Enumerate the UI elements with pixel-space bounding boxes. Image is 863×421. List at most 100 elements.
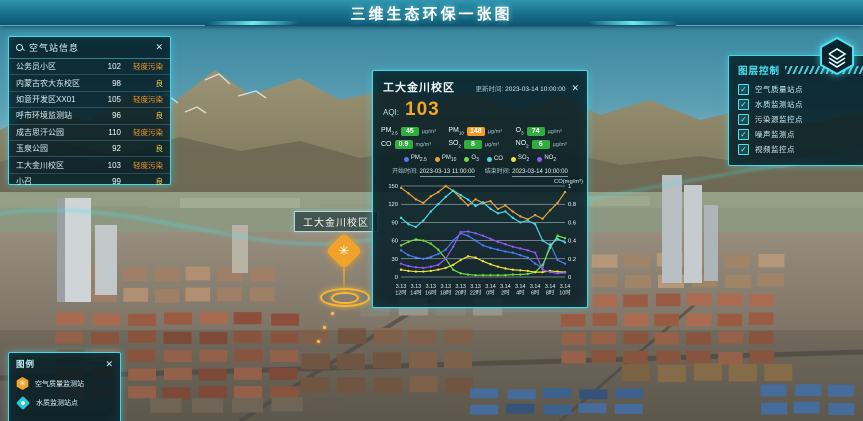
checkbox-icon[interactable]: ✓ (738, 144, 749, 155)
marker-trail-dot (317, 340, 320, 343)
pollutant-cell: PM2.545µg/m³ (381, 127, 444, 136)
pollutant-cell: CO0.9mg/m³ (381, 140, 444, 149)
air-station-marker-icon[interactable]: ✳ (326, 233, 363, 270)
water-station-icon (16, 395, 30, 409)
close-icon[interactable]: ✕ (571, 84, 579, 93)
station-row[interactable]: 工大金川校区103轻度污染 (9, 157, 170, 173)
vignette (0, 330, 863, 421)
checkbox-icon[interactable]: ✓ (738, 99, 749, 110)
close-icon[interactable]: ✕ (105, 360, 113, 369)
station-list-panel: 空气站信息 ✕ 公务员小区102轻度污染内蒙古农大东校区98良如意开发区XX01… (8, 36, 171, 185)
station-list: 公务员小区102轻度污染内蒙古农大东校区98良如意开发区XX01105轻度污染呼… (9, 59, 170, 189)
legend-label: 水质监测站点 (36, 398, 78, 408)
map-legend-panel: 图例 ✕ ✳空气质量监测站水质监测站点 (8, 352, 121, 421)
series-line-O3 (401, 236, 565, 275)
layer-label: 污染源监控点 (755, 114, 803, 125)
legend-dot (464, 157, 469, 162)
svg-text:0.8: 0.8 (568, 202, 576, 208)
start-time-value[interactable]: 2023-03-13 11:00:00 (420, 169, 475, 177)
station-panel-header: 空气站信息 ✕ (9, 37, 170, 59)
station-panel-title: 空气站信息 (29, 41, 150, 54)
pollutant-cell: NO26µg/m³ (516, 140, 579, 149)
time-range: 开始时间: 2023-03-13 11:00:00 结束时间: 2023-03-… (373, 164, 587, 177)
checkbox-icon[interactable]: ✓ (738, 129, 749, 140)
layer-item[interactable]: ✓水质监测站点 (738, 97, 863, 112)
pollutant-name: O3 (516, 127, 524, 135)
station-row[interactable]: 内蒙古农大东校区98良 (9, 75, 170, 91)
header-line-left (0, 25, 205, 26)
legend-label: PM2.5 (411, 155, 427, 163)
legend-dot (435, 157, 440, 162)
layer-item[interactable]: ✓ 污染源监控点 (738, 112, 863, 127)
pollutant-unit: µg/m³ (488, 129, 502, 135)
station-aqi: 98 (99, 79, 121, 88)
station-aqi: 99 (99, 177, 121, 186)
station-detail-popup: 工大金川校区 更新时间: 2023-03-14 10:00:00 ✕ AQI: … (372, 70, 588, 308)
end-time-value[interactable]: 2023-03-14 10:00:00 (512, 169, 568, 177)
legend-item: ✳空气质量监测站 (16, 374, 113, 393)
legend-item[interactable]: CO (487, 155, 503, 163)
station-level: 轻度污染 (121, 127, 163, 138)
svg-text:150: 150 (388, 184, 398, 190)
pollutant-value-badge: 45 (401, 127, 419, 136)
search-icon[interactable] (16, 44, 24, 52)
legend-dot (487, 157, 492, 162)
layer-item[interactable]: ✓空气质量站点 (738, 82, 863, 97)
svg-text:0.4: 0.4 (568, 239, 577, 245)
svg-text:3.1410时: 3.1410时 (559, 284, 571, 297)
station-row[interactable]: 呼市环境监测站96良 (9, 108, 170, 124)
legend-dot (404, 157, 409, 162)
legend-item: 水质监测站点 (16, 393, 113, 412)
pollutant-value-badge: 0.9 (395, 140, 413, 149)
station-row[interactable]: 如意开发区XX01105轻度污染 (9, 92, 170, 108)
pollutant-unit: mg/m³ (416, 142, 432, 148)
pollutant-value-badge: 74 (527, 127, 545, 136)
station-aqi: 102 (99, 62, 121, 71)
pollutant-unit: µg/m³ (485, 142, 499, 148)
station-level: 轻度污染 (121, 61, 163, 72)
station-aqi: 103 (99, 161, 121, 170)
station-row[interactable]: 公务员小区102轻度污染 (9, 59, 170, 75)
close-icon[interactable]: ✕ (155, 43, 163, 52)
svg-text:3.148时: 3.148时 (545, 284, 556, 297)
legend-item[interactable]: NO2 (537, 155, 556, 163)
air-station-icon: ✳ (16, 377, 29, 390)
station-level: 良 (121, 176, 163, 187)
legend-label: SO2 (518, 155, 529, 163)
header-bar: 三维生态环保一张图 (0, 0, 863, 26)
pollutant-cell: PM10148µg/m³ (448, 127, 511, 136)
aqi-label: AQI: (383, 108, 399, 117)
header-line-right (676, 25, 863, 26)
pollutant-name: PM2.5 (381, 127, 398, 135)
legend-item[interactable]: PM10 (435, 155, 457, 163)
layers-toggle-button[interactable] (818, 36, 856, 76)
legend-item[interactable]: PM2.5 (404, 155, 427, 163)
layer-item[interactable]: ✓视频监控点 (738, 142, 863, 157)
legend-dot (537, 157, 542, 162)
pollutant-unit: µg/m³ (548, 129, 562, 135)
header-decoration-right (586, 21, 679, 25)
svg-text:30: 30 (392, 257, 398, 263)
station-row[interactable]: 玉泉公园92良 (9, 141, 170, 157)
detail-title: 工大金川校区 (383, 79, 455, 95)
legend-item[interactable]: SO2 (511, 155, 529, 163)
series-line-PM2.5 (401, 234, 565, 269)
station-row[interactable]: 成吉思汗公园110轻度污染 (9, 125, 170, 141)
legend-item[interactable]: O3 (464, 155, 478, 163)
svg-text:120: 120 (388, 202, 398, 208)
marker-label[interactable]: 工大金川校区 (294, 211, 378, 232)
layer-item[interactable]: ✓噪声监测点 (738, 127, 863, 142)
station-name: 工大金川校区 (16, 160, 99, 171)
checkbox-icon[interactable]: ✓ (738, 84, 749, 95)
svg-text:90: 90 (392, 221, 398, 227)
legend-label: NO2 (544, 155, 556, 163)
aqi-value: 103 (405, 99, 440, 121)
legend-dot (511, 157, 516, 162)
station-row[interactable]: 小召99良 (9, 174, 170, 189)
checkbox-icon[interactable]: ✓ (738, 114, 749, 125)
legend-label: PM10 (442, 155, 457, 163)
svg-text:3.146时: 3.146时 (530, 284, 541, 297)
aqi-trend-chart: 030609012015000.20.40.60.81CO(mg/m³)3.13… (375, 177, 585, 303)
station-level: 良 (121, 143, 163, 154)
station-name: 内蒙古农大东校区 (16, 78, 99, 89)
